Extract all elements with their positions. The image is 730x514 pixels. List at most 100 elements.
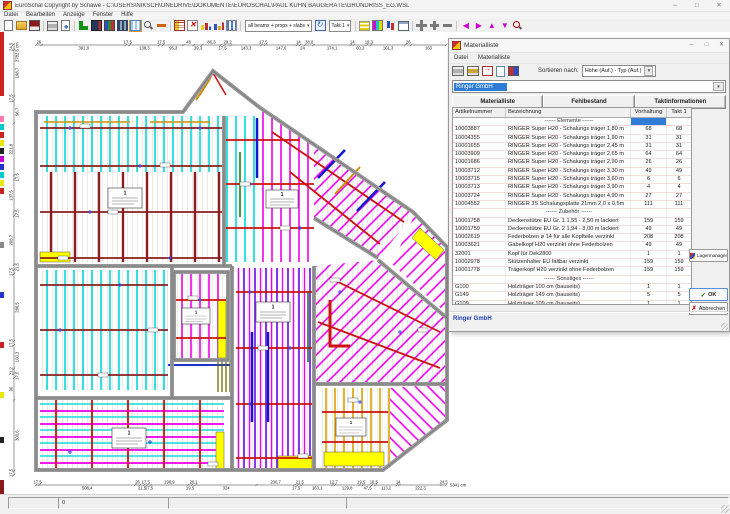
- table-row[interactable]: 10003724RINGER Super H20 - Schalungs trä…: [453, 193, 691, 201]
- beam-tool-button[interactable]: [116, 20, 129, 32]
- dialog-titlebar[interactable]: Materialliste ─ □ ✕: [449, 39, 729, 53]
- table-row[interactable]: G149Holzträger 149 cm (bauseits)55: [453, 292, 691, 300]
- print-color-icon[interactable]: [467, 66, 479, 76]
- print-icon[interactable]: [452, 66, 464, 76]
- statistics-button[interactable]: [199, 20, 212, 32]
- menu-item-fenster[interactable]: Fenster: [89, 12, 117, 19]
- cell: RINGER 3S Schalungsplatte 21mm 2,0 x 0,5…: [506, 201, 631, 208]
- table-row[interactable]: G100Holzträger 100 cm (bauseits)11: [453, 284, 691, 292]
- sort-select-value: Höhe (Auf.) - Typ (Auf.): [585, 68, 642, 74]
- page-icon[interactable]: [496, 66, 505, 77]
- formwork-tool-button[interactable]: [103, 20, 116, 32]
- chevron-down-icon: ▾: [644, 66, 653, 76]
- export-icon[interactable]: [482, 66, 493, 76]
- table-row[interactable]: 10003887RINGER Super H20 - Schalungs trä…: [453, 126, 691, 134]
- pin-button[interactable]: [384, 20, 397, 32]
- table-row[interactable]: 10001778Trägerkopf H20 verzinkt ohne Fed…: [453, 267, 691, 275]
- menu-item-hilfe[interactable]: Hilfe: [117, 12, 137, 19]
- material-list-button[interactable]: [173, 20, 186, 32]
- table-row[interactable]: 10004355RINGER Super H20 - Schalungs trä…: [453, 135, 691, 143]
- table-row[interactable]: 10001759Deckenstütze EU Gr. 2 1,94 - 3,0…: [453, 226, 691, 234]
- dialog-minimize-button[interactable]: ─: [684, 39, 699, 52]
- pan-left-button[interactable]: ◀: [459, 20, 472, 32]
- delete-list-button[interactable]: [186, 20, 199, 32]
- cell: [667, 118, 691, 125]
- cell: 1: [667, 301, 691, 305]
- menu-item-anzeige[interactable]: Anzeige: [59, 12, 89, 19]
- table-row[interactable]: 10003909RINGER Super H20 - Schalungs trä…: [453, 151, 691, 159]
- table-row[interactable]: 10001655RINGER Super H20 - Schalungs trä…: [453, 143, 691, 151]
- slab-tool-icon: [91, 20, 102, 31]
- ok-button[interactable]: ✓ OK: [689, 288, 728, 301]
- table-row[interactable]: 10004552RINGER 3S Schalungsplatte 21mm 2…: [453, 201, 691, 209]
- refresh-button[interactable]: [314, 20, 327, 32]
- chevron-down-icon[interactable]: ▾: [713, 82, 724, 91]
- zoom-in-button[interactable]: [428, 20, 441, 32]
- pan-right-button[interactable]: ▶: [472, 20, 485, 32]
- table-row[interactable]: 10003621Gabelkopf H20 verzinkt ohne Fede…: [453, 242, 691, 250]
- column-header[interactable]: Takt 1: [667, 108, 691, 117]
- close-button[interactable]: ✕: [708, 0, 730, 11]
- dialog-resize-grip[interactable]: [721, 323, 728, 330]
- material-table[interactable]: ArtikelnummerBezeichnungVorhaltungTakt 1…: [452, 107, 692, 305]
- wall-tool-button[interactable]: [77, 20, 90, 32]
- plan-view-button[interactable]: [129, 20, 142, 32]
- resize-grip[interactable]: [721, 505, 729, 513]
- column-header[interactable]: Vorhaltung: [631, 108, 667, 117]
- measure-button[interactable]: [155, 20, 168, 32]
- new-file-button[interactable]: [2, 20, 15, 32]
- table-row[interactable]: 10003715RINGER Super H20 - Schalungs trä…: [453, 176, 691, 184]
- window-button[interactable]: [397, 20, 410, 32]
- pan-button[interactable]: [415, 20, 428, 32]
- filter-icon[interactable]: [508, 66, 519, 76]
- supplier-combobox[interactable]: Ringer GmbH ▾: [452, 80, 726, 93]
- section-row[interactable]: ------ Elemente ------: [453, 118, 691, 126]
- table-row[interactable]: 10003712RINGER Super H20 - Schalungs trä…: [453, 168, 691, 176]
- svg-text:17,5: 17,5: [292, 486, 301, 491]
- print-button[interactable]: [46, 20, 59, 32]
- table-row[interactable]: 10001758Deckenstütze EU Gr. 1 1,55 - 2,5…: [453, 218, 691, 226]
- zoom-out-button[interactable]: [441, 20, 454, 32]
- cell: 159: [631, 259, 667, 266]
- takt-select[interactable]: Takt 1▾: [329, 20, 352, 32]
- table-row[interactable]: 10001686RINGER Super H20 - Schalungs trä…: [453, 159, 691, 167]
- zoom-region-button[interactable]: [511, 20, 524, 32]
- table-row[interactable]: 10002978Stützenhalter EU faltbar verzink…: [453, 259, 691, 267]
- table-row[interactable]: G109Holzträger 109 cm (bauseits)11: [453, 301, 691, 305]
- columns-button[interactable]: [225, 20, 238, 32]
- column-header[interactable]: Bezeichnung: [506, 108, 631, 117]
- display-filter-select[interactable]: all beams + props + slabs▾: [245, 20, 312, 32]
- dialog-menu-item-materialliste[interactable]: Materialliste: [473, 53, 515, 63]
- maximize-button[interactable]: □: [686, 0, 708, 11]
- statistics2-button[interactable]: [212, 20, 225, 32]
- save-button[interactable]: [28, 20, 41, 32]
- table-row[interactable]: 10002619Federbolzen ø 14 für alle Kopfte…: [453, 234, 691, 242]
- cancel-button[interactable]: ✗ Abbrechen: [689, 302, 728, 315]
- menu-item-datei[interactable]: Datei: [0, 12, 22, 19]
- pan-down-button[interactable]: ▼: [498, 20, 511, 32]
- section-row[interactable]: ------ Sonstiges ------: [453, 276, 691, 284]
- lagermanager-button[interactable]: Lagermanager: [689, 249, 728, 262]
- svg-text:17,5: 17,5: [9, 267, 14, 276]
- dialog-menu-item-datei[interactable]: Datei: [449, 53, 473, 63]
- svg-text:174,1: 174,1: [327, 46, 338, 51]
- sort-select[interactable]: Höhe (Auf.) - Typ (Auf.) ▾: [582, 65, 657, 77]
- print-preview-button[interactable]: [59, 20, 72, 32]
- dialog-maximize-button[interactable]: □: [699, 39, 714, 52]
- table-row[interactable]: 10003713RINGER Super H20 - Schalungs trä…: [453, 184, 691, 192]
- svg-text:221,8: 221,8: [9, 143, 14, 154]
- minimize-button[interactable]: ─: [664, 0, 686, 11]
- section-row[interactable]: ------ Zubehör ------: [453, 209, 691, 217]
- open-file-button[interactable]: [15, 20, 28, 32]
- palette-button[interactable]: [371, 20, 384, 32]
- svg-text:18,5: 18,5: [370, 479, 379, 484]
- pan-up-button[interactable]: ▲: [485, 20, 498, 32]
- cell: RINGER Super H20 - Schalungs träger 4,90…: [506, 193, 631, 200]
- column-header[interactable]: Artikelnummer: [453, 108, 506, 117]
- slab-tool-button[interactable]: [90, 20, 103, 32]
- zoom-tool-button[interactable]: [142, 20, 155, 32]
- menu-item-bearbeiten[interactable]: Bearbeiten: [22, 12, 59, 19]
- dialog-close-button[interactable]: ✕: [714, 39, 729, 52]
- table-row[interactable]: 32001Kopf für Dek280011: [453, 251, 691, 259]
- layers-button[interactable]: [358, 20, 371, 32]
